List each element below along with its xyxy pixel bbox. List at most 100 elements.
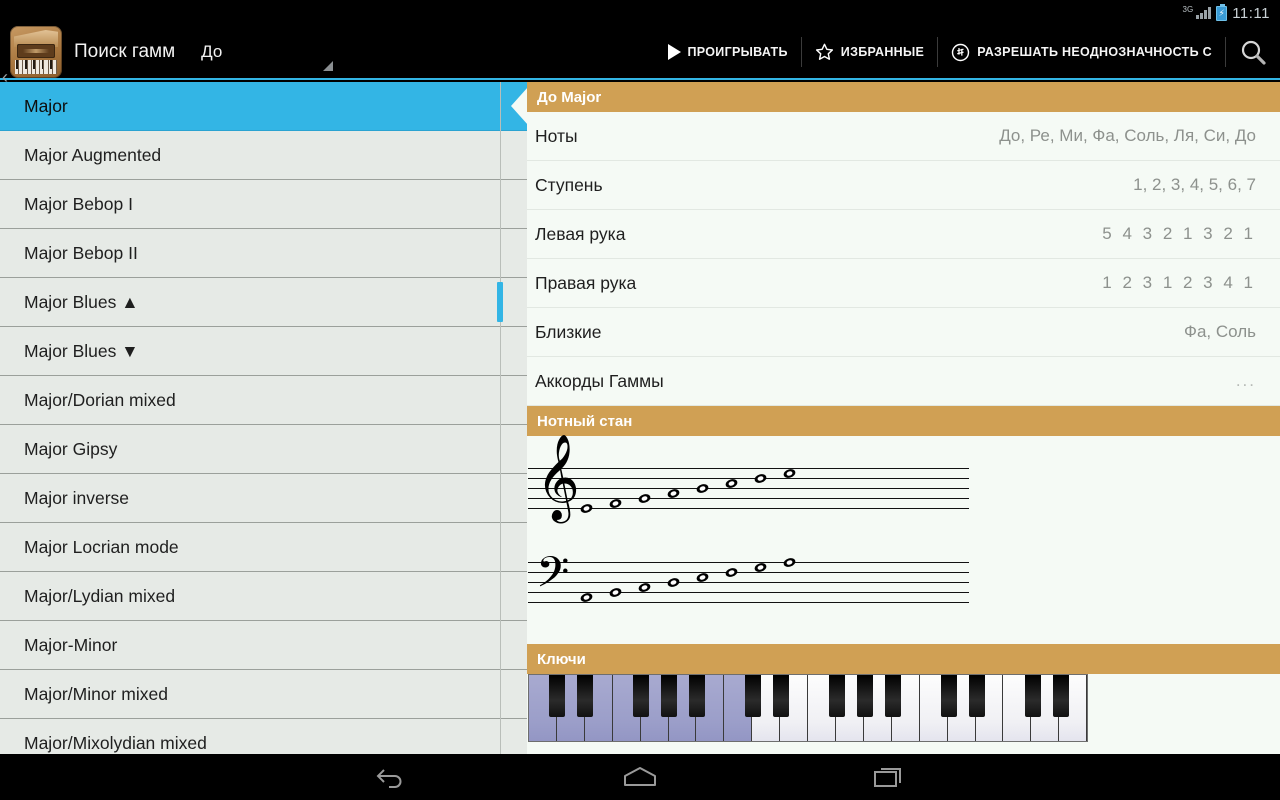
search-icon bbox=[1239, 38, 1267, 66]
treble-clef-icon: 𝄞 bbox=[536, 434, 580, 520]
piano-black-key[interactable] bbox=[857, 675, 873, 717]
piano-black-key[interactable] bbox=[633, 675, 649, 717]
scale-list-item[interactable]: Major Gipsy bbox=[0, 425, 527, 474]
scale-list-item[interactable]: Major/Dorian mixed bbox=[0, 376, 527, 425]
scale-list-item-label: Major/Dorian mixed bbox=[24, 389, 176, 410]
scale-list-item-label: Major Augmented bbox=[24, 144, 162, 165]
scale-list-item-label: Major/Mixolydian mixed bbox=[24, 732, 207, 753]
scale-list-item[interactable]: Major Bebop I bbox=[0, 180, 527, 229]
detail-row[interactable]: Ступень 1, 2, 3, 4, 5, 6, 7 bbox=[527, 161, 1280, 210]
piano-black-key[interactable] bbox=[689, 675, 705, 717]
bass-staff: 𝄢 bbox=[528, 548, 1280, 618]
back-icon[interactable] bbox=[374, 764, 408, 790]
scrollbar-track bbox=[500, 82, 501, 754]
piano-black-key[interactable] bbox=[829, 675, 845, 717]
scale-list-item[interactable]: Major/Minor mixed bbox=[0, 670, 527, 719]
piano-black-key[interactable] bbox=[941, 675, 957, 717]
detail-row-key: Левая рука bbox=[535, 223, 626, 244]
detail-row-value: 5 4 3 2 1 3 2 1 bbox=[1102, 224, 1256, 243]
play-button[interactable]: ПРОИГРЫВАТЬ bbox=[655, 33, 801, 71]
piano-black-key[interactable] bbox=[549, 675, 565, 717]
detail-row-key: Близкие bbox=[535, 321, 602, 342]
notation-area: 𝄞 𝄢 bbox=[527, 436, 1280, 618]
detail-row-key: Ноты bbox=[535, 125, 578, 146]
scrollbar-thumb[interactable] bbox=[497, 282, 503, 322]
star-icon bbox=[815, 43, 834, 61]
scale-list-item-label: Major Bebop II bbox=[24, 242, 138, 263]
scale-list-item[interactable]: Major bbox=[0, 82, 527, 131]
scale-list-item[interactable]: Major Augmented bbox=[0, 131, 527, 180]
scale-list-item-label: Major bbox=[24, 95, 68, 116]
action-bar-actions: ПРОИГРЫВАТЬ ИЗБРАННЫЕ РАЗРЕШАТЬ НЕОДНОЗН… bbox=[655, 25, 1280, 79]
piano-app-icon[interactable] bbox=[10, 26, 62, 78]
scale-list-item[interactable]: Major Locrian mode bbox=[0, 523, 527, 572]
scale-list-item[interactable]: Major inverse bbox=[0, 474, 527, 523]
bass-note bbox=[783, 558, 796, 567]
recents-icon[interactable] bbox=[872, 765, 906, 789]
scale-list-item-label: Major Blues ▼ bbox=[24, 340, 139, 361]
treble-staff: 𝄞 bbox=[528, 440, 1280, 524]
detail-row-value: Фа, Соль bbox=[1184, 322, 1256, 341]
detail-row-value: 1, 2, 3, 4, 5, 6, 7 bbox=[1133, 175, 1256, 194]
bass-note bbox=[696, 573, 709, 582]
ambiguity-button[interactable]: РАЗРЕШАТЬ НЕОДНОЗНАЧНОСТЬ С bbox=[938, 33, 1225, 71]
favorites-button[interactable]: ИЗБРАННЫЕ bbox=[802, 33, 937, 71]
bass-note bbox=[609, 588, 622, 597]
keys-section-title: Ключи bbox=[537, 650, 586, 668]
network-type-label: 3G bbox=[1182, 5, 1194, 14]
treble-note bbox=[783, 469, 796, 478]
detail-row-value: 1 2 3 1 2 3 4 1 bbox=[1102, 273, 1256, 292]
bass-clef-icon: 𝄢 bbox=[536, 548, 570, 608]
scale-list-item-label: Major/Lydian mixed bbox=[24, 585, 176, 606]
staff-section-header: Нотный стан bbox=[527, 406, 1280, 436]
piano-black-key[interactable] bbox=[661, 675, 677, 717]
page-title: Поиск гамм bbox=[74, 41, 176, 62]
ambiguity-label: РАЗРЕШАТЬ НЕОДНОЗНАЧНОСТЬ С bbox=[977, 45, 1212, 59]
bass-note bbox=[754, 563, 767, 572]
scale-list-item-label: Major inverse bbox=[24, 487, 130, 508]
scale-list-item[interactable]: Major Blues ▼ bbox=[0, 327, 527, 376]
home-icon[interactable] bbox=[622, 765, 658, 789]
scale-list-item-label: Major-Minor bbox=[24, 634, 118, 655]
root-note-spinner[interactable]: До bbox=[201, 29, 336, 75]
detail-row[interactable]: Аккорды Гаммы... bbox=[527, 357, 1280, 406]
piano-black-key[interactable] bbox=[577, 675, 593, 717]
root-note-value: До bbox=[201, 42, 223, 61]
play-label: ПРОИГРЫВАТЬ bbox=[687, 45, 788, 59]
piano-black-key[interactable] bbox=[969, 675, 985, 717]
play-icon bbox=[667, 44, 681, 60]
scale-list[interactable]: Major Major Augmented Major Bebop I Major B… bbox=[0, 82, 527, 754]
piano-black-key[interactable] bbox=[1025, 675, 1041, 717]
scale-list-item-label: Major Gipsy bbox=[24, 438, 118, 459]
detail-row[interactable]: Правая рука 1 2 3 1 2 3 4 1 bbox=[527, 259, 1280, 308]
scale-list-item[interactable]: Major Blues ▲ bbox=[0, 278, 527, 327]
scale-list-item-label: Major Bebop I bbox=[24, 193, 133, 214]
treble-staff-lines bbox=[528, 468, 969, 509]
bass-note bbox=[667, 578, 680, 587]
piano-black-key[interactable] bbox=[745, 675, 761, 717]
treble-note bbox=[580, 504, 593, 513]
keys-section-header: Ключи bbox=[527, 644, 1280, 674]
scale-list-item[interactable]: Major/Mixolydian mixed bbox=[0, 719, 527, 754]
app-screen: 3G 11:11 ‹ Поиск гамм До ПРОИГРЫВАТЬ bbox=[0, 0, 1280, 800]
piano-black-key[interactable] bbox=[885, 675, 901, 717]
piano-keyboard[interactable] bbox=[528, 674, 1088, 742]
detail-title: До Major bbox=[537, 88, 602, 106]
scale-list-item[interactable]: Major-Minor bbox=[0, 621, 527, 670]
piano-black-key[interactable] bbox=[1053, 675, 1069, 717]
scale-list-item[interactable]: Major Bebop II bbox=[0, 229, 527, 278]
piano-keyboard-area bbox=[527, 674, 1280, 744]
treble-note bbox=[609, 499, 622, 508]
search-button[interactable] bbox=[1226, 33, 1280, 71]
piano-black-key[interactable] bbox=[773, 675, 789, 717]
scale-list-item[interactable]: Major/Lydian mixed bbox=[0, 572, 527, 621]
scale-list-item-label: Major Blues ▲ bbox=[24, 291, 139, 312]
detail-row[interactable]: Близкие Фа, Соль bbox=[527, 308, 1280, 357]
detail-row[interactable]: Ноты До, Ре, Ми, Фа, Соль, Ля, Си, До bbox=[527, 112, 1280, 161]
bass-staff-lines bbox=[528, 562, 969, 603]
detail-row[interactable]: Левая рука 5 4 3 2 1 3 2 1 bbox=[527, 210, 1280, 259]
dropdown-triangle-icon bbox=[323, 61, 334, 71]
detail-row-key: Правая рука bbox=[535, 272, 637, 293]
signal-bars-icon bbox=[1196, 7, 1212, 19]
detail-row-key: Аккорды Гаммы bbox=[535, 370, 664, 391]
